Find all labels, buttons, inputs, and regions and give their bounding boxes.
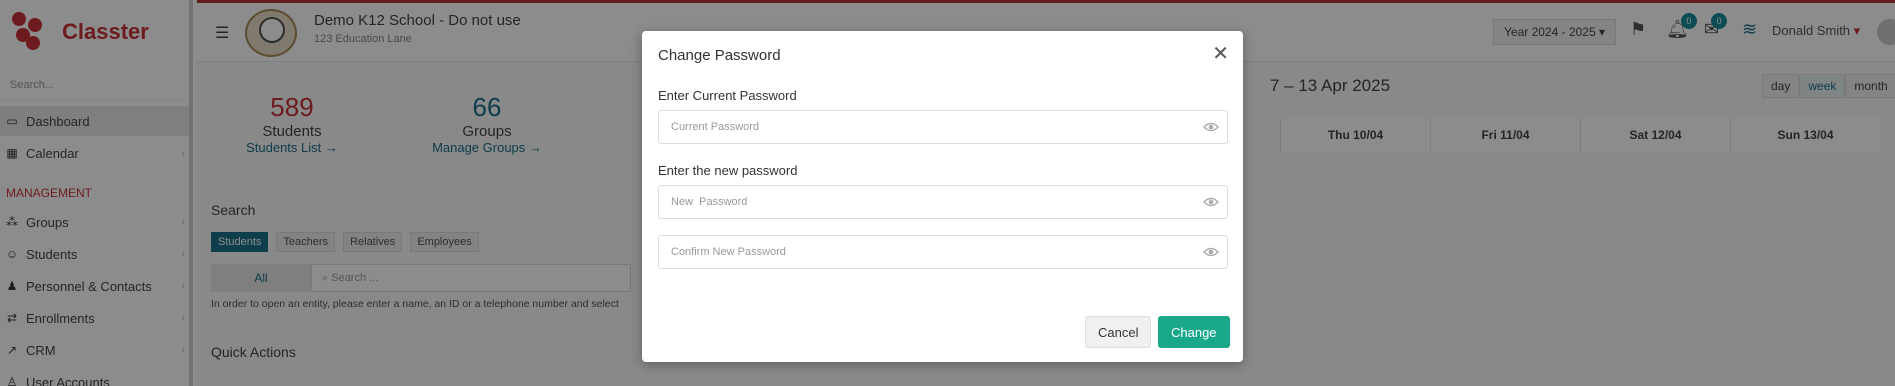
cancel-button[interactable]: Cancel (1085, 316, 1152, 348)
dialog-title: Change Password (658, 47, 781, 64)
confirm-password-input[interactable] (659, 236, 1227, 268)
eye-icon[interactable] (1203, 119, 1219, 135)
change-password-dialog: Change Password ✕ Enter Current Password… (642, 31, 1243, 362)
current-password-label: Enter Current Password (658, 88, 797, 103)
close-icon[interactable]: ✕ (1212, 41, 1229, 66)
app-shell: Classter Search... ▭ Dashboard ▦ Calenda… (0, 0, 1895, 386)
eye-icon[interactable] (1203, 244, 1219, 260)
current-password-input[interactable] (659, 111, 1227, 143)
eye-icon[interactable] (1203, 194, 1219, 210)
new-password-input[interactable] (659, 186, 1227, 218)
current-password-field (658, 110, 1228, 144)
new-password-label: Enter the new password (658, 163, 798, 178)
change-button[interactable]: Change (1158, 316, 1230, 348)
new-password-field (658, 185, 1228, 219)
confirm-password-field (658, 235, 1228, 269)
